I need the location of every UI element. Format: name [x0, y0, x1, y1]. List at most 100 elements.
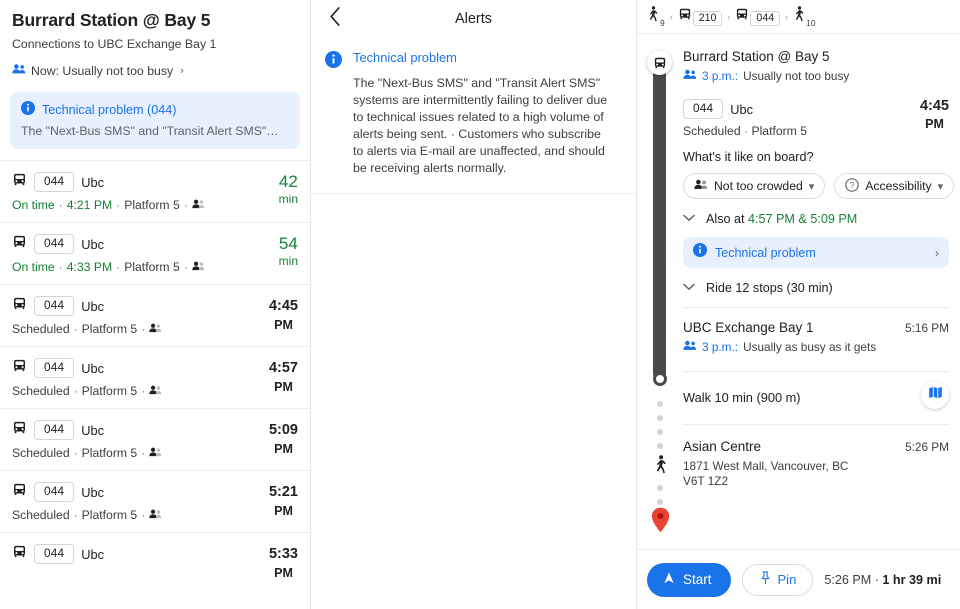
breadcrumb-walk-segment[interactable]: 9: [647, 6, 665, 28]
departure-row[interactable]: 044 Ubc 5:33 PM: [0, 532, 310, 594]
departure-status: On time: [12, 198, 55, 212]
alert-card-body: The "Next-Bus SMS" and "Transit Alert SM…: [21, 124, 279, 138]
breadcrumb-arrow: ›: [727, 11, 731, 22]
departure-row[interactable]: 044 Ubc Scheduled · Platform 5 · 5:21 PM: [0, 470, 310, 532]
crowding-chip[interactable]: Not too crowded ▾: [683, 173, 826, 199]
alerts-title: Alerts: [454, 11, 493, 27]
origin-busy-time: 3 p.m.:: [702, 69, 739, 83]
departure-platform: Platform 5: [81, 384, 138, 398]
breadcrumb-arrow: ›: [785, 11, 789, 22]
departure-detail-row: Scheduled · Platform 5 ·: [12, 508, 298, 522]
busy-status-row[interactable]: Now: Usually not too busy ›: [12, 62, 298, 80]
destination-time: 5:26 PM: [905, 440, 949, 454]
leg-alert-chip[interactable]: Technical problem ›: [683, 237, 949, 268]
alert-card[interactable]: Technical problem (044) The "Next-Bus SM…: [10, 92, 300, 149]
timeline-bar: [653, 50, 666, 380]
departure-platform: Platform 5: [81, 508, 138, 522]
departure-clock-time: 5:33: [268, 546, 298, 562]
departure-detail-row: On time · 4:21 PM · Platform 5 ·: [12, 198, 298, 212]
separator: ·: [116, 260, 121, 274]
departure-clock-ampm: PM: [274, 566, 293, 580]
departure-clock-ampm: PM: [274, 442, 293, 456]
onboard-question: What's it like on board?: [683, 150, 814, 164]
occupancy-icon: [683, 69, 697, 83]
departure-platform: Platform 5: [81, 322, 138, 336]
departure-status: Scheduled: [12, 384, 70, 398]
departure-time-block: 4:57 PM: [269, 359, 298, 396]
leg-block: 044 Ubc 4:45 PM Scheduled · Platform 5 W…: [683, 83, 959, 295]
departure-route-row: 044 Ubc: [12, 358, 298, 378]
bus-icon: [12, 296, 27, 316]
transfer-block: UBC Exchange Bay 1 5:16 PM 3 p.m.: Usual…: [683, 308, 959, 354]
departure-destination: Ubc: [81, 174, 105, 190]
leg-time-ampm: PM: [925, 117, 944, 131]
start-button[interactable]: Start: [647, 562, 731, 597]
departure-minutes-unit: min: [278, 254, 298, 268]
eta-duration: 1 hr 39 mi: [882, 572, 942, 587]
departure-time-block: 42 min: [279, 173, 298, 208]
departure-detail-row: Scheduled · Platform 5 ·: [12, 384, 298, 398]
departures-list: 044 Ubc On time · 4:21 PM · Platform 5 · 42 min 04…: [0, 160, 310, 594]
leg-destination: Ubc: [730, 101, 754, 117]
breadcrumb-walk-segment[interactable]: 10: [793, 6, 816, 28]
breadcrumb-bus-segment[interactable]: 044: [735, 7, 781, 26]
transit-app: Burrard Station @ Bay 5 Connections to U…: [0, 0, 960, 609]
separator: ·: [141, 446, 146, 460]
pin-button[interactable]: Pin: [741, 563, 814, 596]
breadcrumb: 9 › 210 › 044 › 10: [637, 0, 959, 34]
accessibility-chip-label: Accessibility: [865, 179, 932, 193]
departure-row[interactable]: 044 Ubc On time · 4:21 PM · Platform 5 · 42 min: [0, 160, 310, 222]
departure-time-block: 5:09 PM: [269, 421, 298, 458]
timeline-dot: [656, 401, 663, 407]
trip-panel: 9 › 210 › 044 › 10 Burrard Station @ Bay 5: [637, 0, 959, 609]
chevron-down-icon: ▾: [808, 180, 815, 193]
transfer-busy-time: 3 p.m.:: [702, 340, 739, 354]
bus-icon: [12, 358, 27, 378]
accessibility-chip[interactable]: ? Accessibility ▾: [834, 173, 955, 199]
alerts-header: Alerts: [311, 0, 636, 38]
also-at-row[interactable]: Also at 4:57 PM & 5:09 PM: [683, 212, 949, 226]
departure-row[interactable]: 044 Ubc Scheduled · Platform 5 · 4:57 PM: [0, 346, 310, 408]
departure-time-block: 5:21 PM: [269, 483, 298, 520]
departure-time: 4:33 PM: [66, 260, 113, 274]
transfer-busy: 3 p.m.: Usually as busy as it gets: [683, 340, 949, 354]
departure-detail-row: Scheduled · Platform 5 ·: [12, 322, 298, 336]
bus-icon: [12, 482, 27, 502]
departure-detail-row: On time · 4:33 PM · Platform 5 ·: [12, 260, 298, 274]
alert-card-title-row: Technical problem (044): [21, 101, 289, 118]
bus-icon: [12, 234, 27, 254]
timeline-dot: [656, 499, 663, 505]
map-button[interactable]: [921, 381, 949, 409]
departure-route-row: 044 Ubc: [12, 234, 298, 254]
departure-route-badge: 044: [34, 482, 75, 502]
departure-time-block: 5:33 PM: [269, 545, 298, 582]
departures-header: Burrard Station @ Bay 5 Connections to U…: [0, 0, 310, 80]
departure-platform: Platform 5: [124, 260, 180, 274]
chevron-down-icon: ▾: [937, 180, 944, 193]
breadcrumb-bus-segment[interactable]: 210: [678, 7, 723, 26]
back-button[interactable]: [323, 7, 347, 31]
departure-platform: Platform 5: [124, 198, 180, 212]
also-at-text: Also at 4:57 PM & 5:09 PM: [706, 212, 857, 226]
alert-card-title: Technical problem (044): [42, 102, 177, 117]
departure-row[interactable]: 044 Ubc Scheduled · Platform 5 · 5:09 PM: [0, 408, 310, 470]
info-icon: [325, 50, 343, 177]
separator: ·: [141, 384, 146, 398]
occupancy-icon: [149, 384, 162, 398]
separator: ·: [73, 446, 78, 460]
leg-route-badge: 044: [683, 99, 724, 119]
departure-route-badge: 044: [34, 358, 75, 378]
walk-icon: [793, 6, 805, 27]
departure-row[interactable]: 044 Ubc Scheduled · Platform 5 · 4:45 PM: [0, 284, 310, 346]
departure-route-badge: 044: [34, 544, 75, 564]
departure-clock-time: 5:21: [268, 484, 298, 500]
chevron-down-icon: [683, 282, 695, 294]
breadcrumb-route-badge: 210: [692, 11, 723, 26]
separator: ·: [73, 322, 78, 336]
chevron-right-icon: ›: [180, 65, 184, 77]
ride-stops-row[interactable]: Ride 12 stops (30 min): [683, 281, 949, 295]
departure-route-badge: 044: [34, 172, 75, 192]
departure-row[interactable]: 044 Ubc On time · 4:33 PM · Platform 5 · 54 min: [0, 222, 310, 284]
departure-status: Scheduled: [12, 508, 70, 522]
leg-status-text: Scheduled: [683, 124, 741, 138]
